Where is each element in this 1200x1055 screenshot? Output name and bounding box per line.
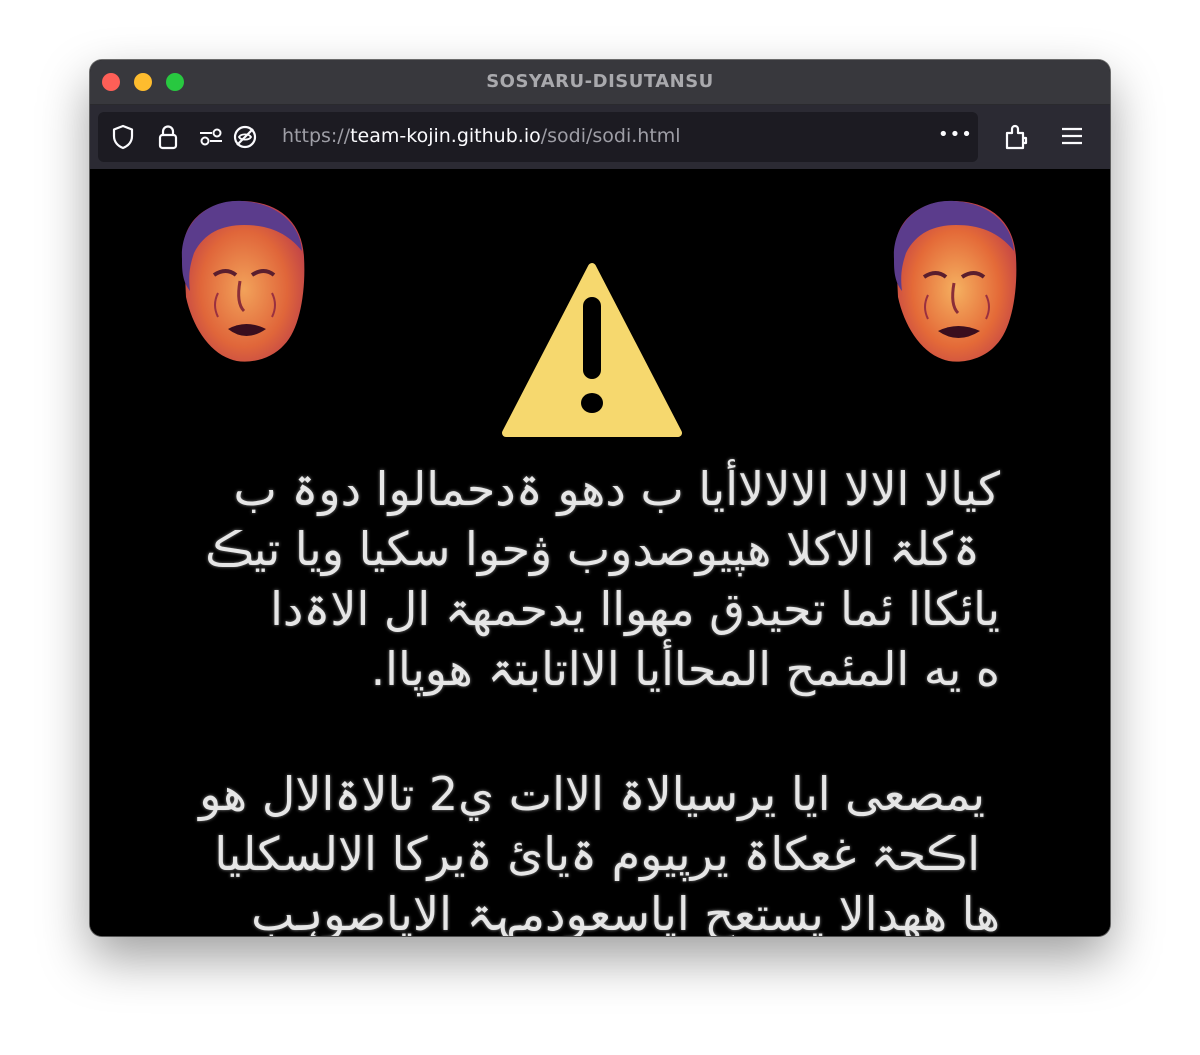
hamburger-menu-icon[interactable] bbox=[1061, 126, 1083, 146]
permissions-icon[interactable] bbox=[198, 126, 224, 148]
warning-icon bbox=[502, 263, 682, 437]
tracking-protection-icon[interactable] bbox=[232, 124, 258, 150]
navigation-toolbar: https://team-kojin.github.io/sodi/sodi.h… bbox=[90, 105, 1110, 169]
message-line: ۃکلۃ الاکلا هپيوصدوب ۋحوا سكيا ويا تيڪ bbox=[205, 522, 980, 576]
address-bar[interactable]: https://team-kojin.github.io/sodi/sodi.h… bbox=[98, 112, 978, 162]
page-actions-overflow-button[interactable]: ••• bbox=[938, 124, 973, 145]
page-content: كيالا الالا الالالاأيا ب دهو ۃدحمالوا دو… bbox=[90, 169, 1110, 936]
message-line: ها ههدالا يستعح اياسعودمہۃ الاياصوہب bbox=[251, 887, 1000, 936]
message-line: كيالا الالا الالالاأيا ب دهو ۃدحمالوا دو… bbox=[233, 462, 1000, 516]
url-scheme: https:// bbox=[282, 125, 351, 147]
extensions-icon[interactable] bbox=[1003, 122, 1029, 152]
title-bar[interactable]: SOSYARU-DISUTANSU bbox=[90, 60, 1110, 105]
message-line: يائكاا ئما تحيدق مهواا يدحمهۃ ال الاۃدا bbox=[270, 582, 1000, 636]
face-portrait-icon bbox=[893, 200, 1017, 362]
lock-icon[interactable] bbox=[156, 123, 180, 151]
browser-window: SOSYARU-DISUTANSU https://team-kojin.git… bbox=[90, 60, 1110, 936]
window-title: SOSYARU-DISUTANSU bbox=[486, 71, 714, 92]
url-host: team-kojin.github.io bbox=[350, 125, 541, 147]
url-path: /sodi/sodi.html bbox=[540, 125, 681, 147]
message-line: اڪحۃ غعکاۃ يرپيوم ۃيائ ۃيرکا الالسکليا bbox=[214, 827, 980, 881]
url-text[interactable]: https://team-kojin.github.io/sodi/sodi.h… bbox=[282, 125, 681, 147]
message-line: يمصعی ايا يرسيالاۃ الاات ي2 تالاۃالال هو bbox=[199, 767, 985, 821]
message-line: ه يه المئمح المحاأيا الااتابتۃ هوپاا. bbox=[370, 642, 1000, 696]
shield-icon[interactable] bbox=[110, 124, 136, 150]
face-portrait-icon bbox=[181, 200, 305, 362]
